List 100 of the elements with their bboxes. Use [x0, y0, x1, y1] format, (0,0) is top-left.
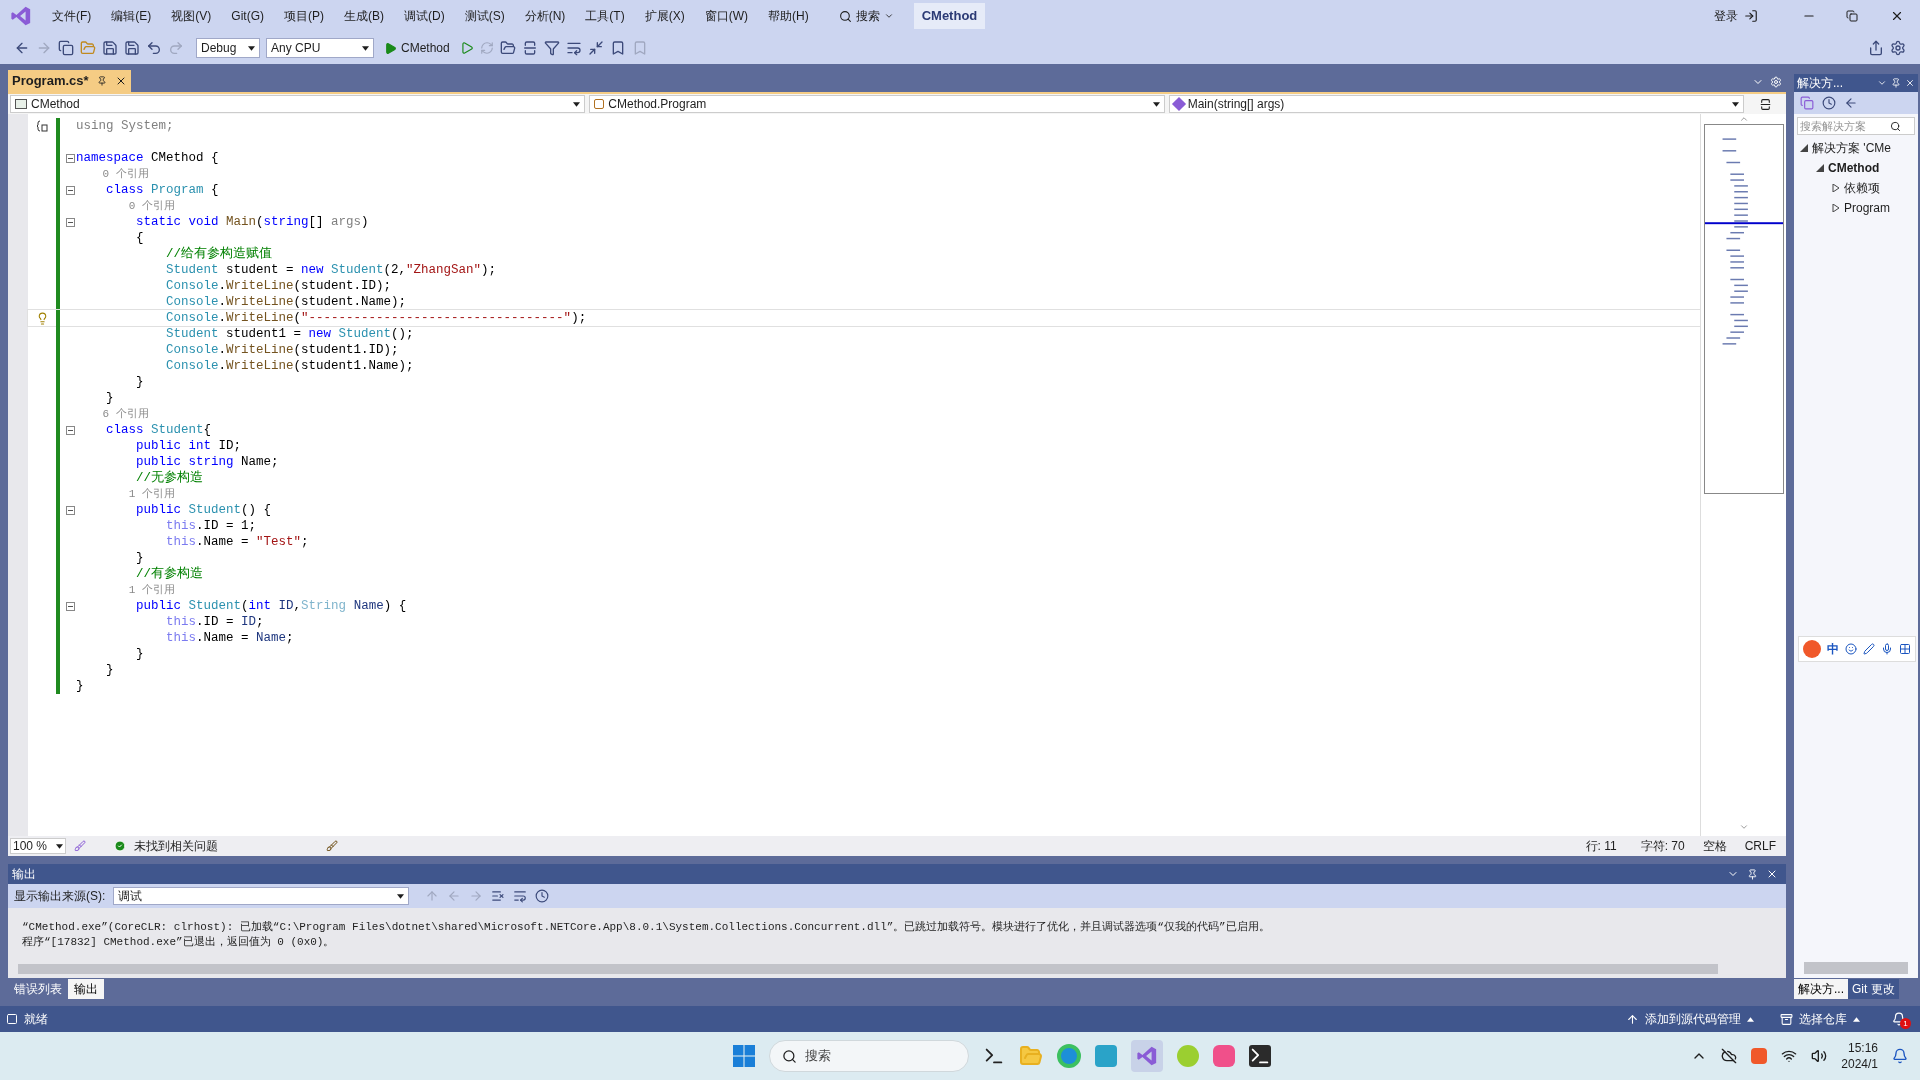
menu-item[interactable]: 编辑(E) [101, 7, 162, 25]
project-dropdown[interactable]: CMethod [10, 95, 586, 113]
ime-toolbar[interactable]: 中 [1798, 636, 1916, 662]
menu-item[interactable]: 调试(D) [394, 7, 455, 25]
close-icon[interactable] [1905, 78, 1915, 88]
upload-icon[interactable] [1626, 1012, 1639, 1026]
spacing-indicator[interactable]: 空格 [1702, 837, 1727, 855]
tree-item[interactable]: 依赖项 [1832, 178, 1918, 198]
panel-tab[interactable]: 输出 [68, 979, 104, 999]
panel-tab[interactable]: Git 更改 [1848, 979, 1899, 999]
collapsed-arrow-icon[interactable] [1832, 204, 1840, 212]
search-field[interactable]: 搜索解决方案 [1797, 117, 1915, 135]
collapse-icon[interactable] [65, 217, 75, 227]
outdent-icon[interactable] [587, 40, 604, 56]
volume-icon[interactable] [1811, 1048, 1828, 1064]
collapse-icon[interactable] [65, 153, 75, 163]
save-all-icon[interactable] [124, 40, 140, 56]
switch-views-icon[interactable] [1800, 96, 1814, 110]
collapse-icon[interactable] [65, 505, 75, 515]
back-icon[interactable] [14, 40, 30, 56]
start-icon[interactable] [732, 1045, 755, 1067]
close-icon[interactable] [1766, 868, 1778, 880]
close-icon[interactable] [1890, 9, 1904, 23]
microphone-icon[interactable] [1881, 643, 1893, 655]
type-dropdown[interactable]: CMethod.Program [589, 95, 1165, 113]
intellicode-icon[interactable] [74, 840, 86, 852]
tree-item[interactable]: CMethod [1816, 158, 1918, 178]
visual-studio-icon[interactable] [1130, 1040, 1163, 1072]
menu-item[interactable]: 分析(N) [514, 7, 576, 25]
taskbar-search-field[interactable]: 搜索 [768, 1040, 969, 1072]
window-layout-icon[interactable] [521, 40, 538, 56]
collapsed-arrow-icon[interactable] [1832, 184, 1840, 192]
menu-item[interactable]: Git(G) [221, 7, 274, 25]
settings-icon[interactable] [1770, 76, 1782, 88]
pin-icon[interactable] [96, 76, 107, 86]
line-indicator[interactable]: 行: 11 [1585, 837, 1617, 855]
output-source-dropdown[interactable]: 调试 [113, 887, 410, 905]
menu-item[interactable]: 窗口(W) [694, 7, 758, 25]
clock-date[interactable]: 2024/1 [1841, 1056, 1878, 1072]
expanded-arrow-icon[interactable] [1800, 144, 1808, 152]
grid-icon[interactable] [1899, 643, 1911, 655]
horizontal-scrollbar[interactable] [18, 964, 1718, 974]
menu-item[interactable]: 视图(V) [161, 7, 222, 25]
notification-icon[interactable] [1892, 1048, 1908, 1064]
tree-item[interactable]: Program [1832, 198, 1918, 218]
notification-icon[interactable] [1892, 1012, 1906, 1026]
pin-icon[interactable] [1891, 78, 1901, 88]
panel-tab[interactable]: 解决方... [1794, 979, 1848, 999]
pen-icon[interactable] [1863, 643, 1875, 655]
pending-changes-icon[interactable] [1822, 96, 1836, 110]
menu-item[interactable]: 工具(T) [575, 7, 635, 25]
start-without-debug-icon[interactable] [459, 41, 474, 55]
char-indicator[interactable]: 字符: 70 [1640, 837, 1685, 855]
line-ending-indicator[interactable]: CRLF [1744, 837, 1776, 855]
timestamp-icon[interactable] [535, 889, 550, 903]
clock-time[interactable]: 15:16 [1848, 1040, 1878, 1056]
collapse-icon[interactable] [65, 425, 75, 435]
configuration-dropdown[interactable]: Debug [196, 38, 260, 58]
browser-icon[interactable] [1056, 1044, 1081, 1068]
feedback-icon[interactable] [1890, 40, 1906, 56]
menu-item[interactable]: 文件(F) [42, 7, 102, 25]
collapse-icon[interactable] [65, 601, 75, 611]
menu-item[interactable]: 帮助(H) [758, 7, 819, 25]
reference-count-link[interactable]: 1 个引用 [76, 485, 175, 503]
tree-item[interactable]: 解决方案 'CMe [1800, 138, 1918, 158]
issues-status[interactable]: 未找到相关问题 [134, 837, 218, 855]
ime-mode[interactable]: 中 [1827, 640, 1839, 658]
cloud-icon[interactable] [1721, 1048, 1738, 1064]
platform-dropdown[interactable]: Any CPU [266, 38, 374, 58]
select-repository-button[interactable]: 选择仓库 [1799, 1010, 1847, 1028]
clear-all-icon[interactable] [491, 889, 506, 903]
app-icon[interactable] [1212, 1045, 1235, 1067]
reference-count-link[interactable]: 6 个引用 [76, 405, 149, 423]
zoom-dropdown[interactable]: 100 % [10, 838, 66, 854]
word-wrap-icon[interactable] [513, 889, 528, 903]
panel-tab[interactable]: 错误列表 [8, 979, 68, 999]
expanded-arrow-icon[interactable] [1816, 164, 1824, 172]
member-dropdown[interactable]: Main(string[] args) [1168, 95, 1744, 113]
account-icon[interactable] [1744, 9, 1758, 23]
start-button[interactable]: CMethod [380, 39, 454, 57]
reference-count-link[interactable]: 0 个引用 [76, 165, 149, 183]
cleanup-icon[interactable] [326, 840, 338, 852]
repository-icon[interactable] [1780, 1012, 1793, 1026]
menu-item[interactable]: 测试(S) [454, 7, 515, 25]
menu-item[interactable]: 扩展(X) [634, 7, 695, 25]
filter-icon[interactable] [543, 40, 560, 56]
indent-icon[interactable] [565, 40, 582, 56]
minimap[interactable] [1703, 124, 1784, 494]
using-fold-icon[interactable] [36, 120, 48, 132]
undo-icon[interactable] [146, 40, 162, 56]
panel-menu-icon[interactable] [1877, 78, 1887, 88]
share-icon[interactable] [1868, 40, 1884, 56]
emoji-icon[interactable] [1845, 643, 1857, 655]
terminal-icon[interactable] [1248, 1045, 1271, 1067]
document-tab[interactable]: Program.cs* [8, 70, 131, 92]
restore-icon[interactable] [1846, 10, 1858, 22]
save-icon[interactable] [102, 40, 118, 56]
source-control-button[interactable]: 添加到源代码管理 [1645, 1010, 1741, 1028]
reference-count-link[interactable]: 1 个引用 [76, 581, 175, 599]
pin-icon[interactable] [1747, 868, 1758, 880]
